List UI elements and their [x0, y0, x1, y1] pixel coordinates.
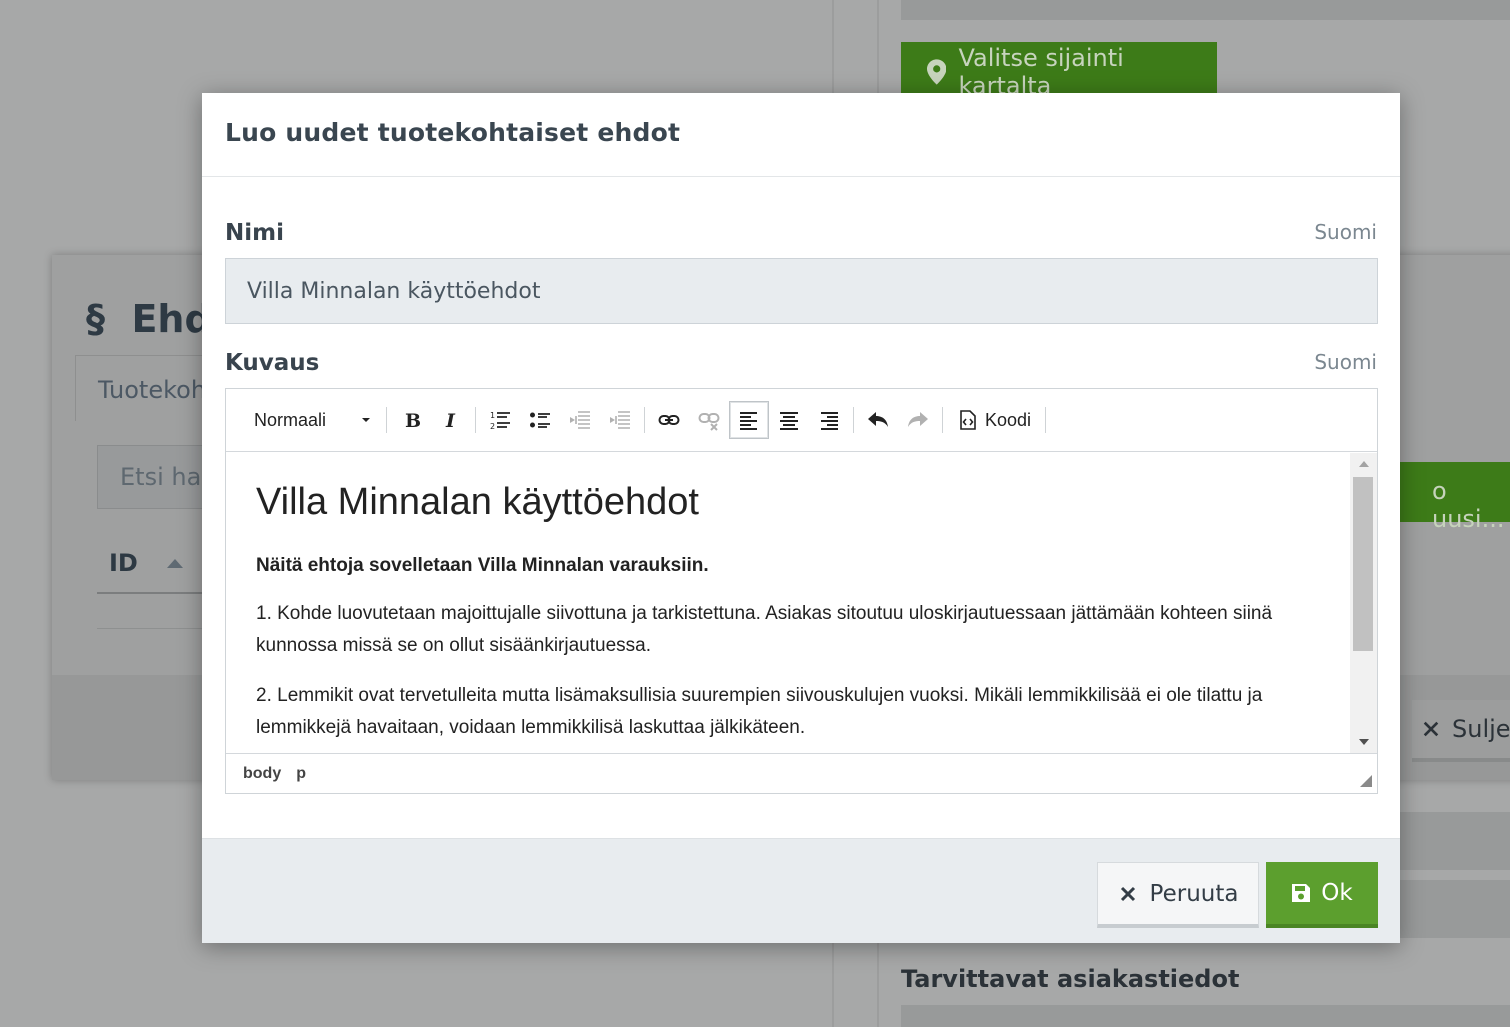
toolbar-separator — [942, 407, 943, 433]
resize-handle-icon[interactable] — [1360, 775, 1372, 787]
editor-statusbar: body p — [226, 753, 1377, 793]
align-right-button[interactable] — [809, 401, 849, 439]
customer-info-heading: Tarvittavat asiakastiedot — [901, 965, 1240, 993]
format-select[interactable]: Normaali — [240, 400, 382, 440]
element-path-body[interactable]: body — [243, 765, 281, 783]
bold-button[interactable]: B — [391, 401, 431, 439]
align-center-icon — [780, 412, 798, 430]
ok-button[interactable]: Ok — [1266, 862, 1378, 928]
rich-text-editor: Normaali B I 12 Koodi Villa Minnalan käy… — [225, 388, 1378, 794]
align-center-button[interactable] — [769, 401, 809, 439]
editor-toolbar: Normaali B I 12 Koodi — [226, 389, 1377, 452]
unlink-icon — [698, 413, 720, 431]
content-paragraph: 1. Kohde luovutetaan majoittujalle siivo… — [256, 603, 1273, 656]
map-marker-icon — [927, 59, 947, 85]
save-icon — [1292, 884, 1311, 902]
background-field — [901, 0, 1510, 20]
format-select-value: Normaali — [254, 409, 327, 430]
redo-icon — [908, 412, 928, 427]
undo-icon — [868, 412, 888, 427]
name-language-selector[interactable]: Suomi — [1314, 220, 1377, 244]
sort-ascending-icon[interactable] — [167, 559, 183, 568]
svg-text:1: 1 — [490, 411, 495, 420]
toolbar-separator — [1045, 407, 1047, 433]
indent-button[interactable] — [600, 401, 640, 439]
toolbar-separator — [853, 407, 854, 433]
scroll-up-arrow-icon[interactable] — [1359, 461, 1369, 467]
cancel-button-label: Peruuta — [1149, 880, 1239, 907]
italic-icon: I — [445, 410, 456, 431]
scrollbar-thumb[interactable] — [1353, 477, 1373, 651]
code-icon — [960, 410, 976, 430]
svg-text:B: B — [405, 410, 421, 431]
source-code-button[interactable]: Koodi — [947, 401, 1041, 439]
column-header-id[interactable]: ID — [109, 549, 138, 577]
scroll-down-arrow-icon[interactable] — [1359, 739, 1369, 745]
italic-button[interactable]: I — [431, 401, 471, 439]
section-icon: § — [86, 297, 105, 341]
create-new-button[interactable]: o uusi... — [1382, 462, 1510, 533]
name-input[interactable] — [225, 258, 1378, 324]
terms-dialog-title: § Ehd — [86, 297, 212, 341]
toolbar-separator — [644, 407, 645, 433]
close-button[interactable]: Sulje — [1412, 700, 1510, 762]
source-code-label: Koodi — [985, 409, 1032, 430]
content-heading: Villa Minnalan käyttöehdot — [256, 481, 699, 523]
bullet-list-button[interactable] — [520, 401, 560, 439]
undo-button[interactable] — [858, 401, 898, 439]
outdent-icon — [570, 411, 590, 429]
align-right-icon — [821, 412, 838, 430]
create-terms-modal: Luo uudet tuotekohtaiset ehdot Nimi Suom… — [202, 93, 1400, 943]
link-icon — [658, 415, 680, 425]
element-path-p[interactable]: p — [296, 765, 306, 783]
content-paragraph: 2. Lemmikit ovat tervetulleita mutta lis… — [256, 685, 1263, 738]
bold-icon: B — [405, 410, 421, 431]
modal-title: Luo uudet tuotekohtaiset ehdot — [225, 118, 681, 147]
background-field — [901, 1005, 1510, 1027]
redo-button[interactable] — [898, 401, 938, 439]
svg-text:I: I — [445, 410, 456, 431]
link-button[interactable] — [649, 401, 689, 439]
align-left-button[interactable] — [729, 401, 769, 439]
modal-header: Luo uudet tuotekohtaiset ehdot — [202, 93, 1400, 177]
ok-button-label: Ok — [1321, 880, 1353, 906]
cancel-button[interactable]: Peruuta — [1097, 862, 1259, 928]
content-lead-paragraph: Näitä ehtoja sovelletaan Villa Minnalan … — [256, 555, 709, 576]
toolbar-separator — [475, 407, 476, 433]
align-left-icon — [740, 412, 757, 430]
svg-text:2: 2 — [490, 422, 495, 431]
editor-content-area[interactable]: Villa Minnalan käyttöehdot Näitä ehtoja … — [226, 453, 1351, 753]
bullet-list-icon — [530, 412, 550, 428]
close-button-label: Sulje — [1452, 715, 1510, 743]
indent-icon — [610, 411, 630, 429]
numbered-list-button[interactable]: 12 — [480, 401, 520, 439]
description-language-selector[interactable]: Suomi — [1314, 350, 1377, 374]
modal-footer: Peruuta Ok — [202, 838, 1400, 943]
close-icon — [1423, 721, 1439, 737]
terms-dialog-title-text: Ehd — [131, 297, 212, 341]
caret-down-icon — [362, 418, 370, 422]
description-label: Kuvaus — [225, 350, 320, 376]
toolbar-separator — [386, 407, 387, 433]
numbered-list-icon: 12 — [490, 411, 510, 431]
editor-scrollbar[interactable] — [1350, 453, 1377, 753]
unlink-button[interactable] — [689, 401, 729, 439]
outdent-button[interactable] — [560, 401, 600, 439]
name-label: Nimi — [225, 220, 284, 246]
close-icon — [1120, 886, 1135, 901]
select-location-label: Valitse sijainti kartalta — [958, 44, 1124, 100]
